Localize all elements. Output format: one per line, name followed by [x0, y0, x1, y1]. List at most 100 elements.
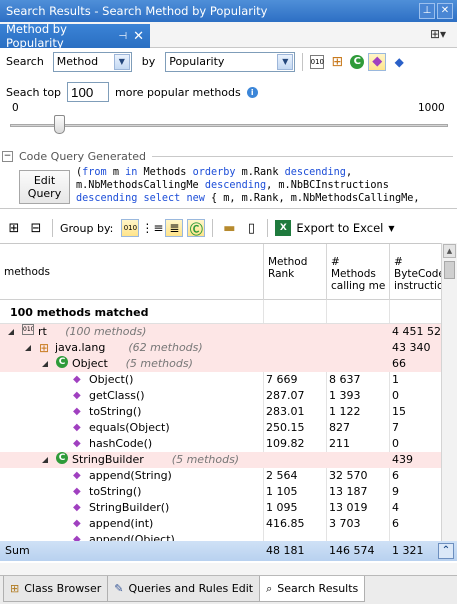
table-row[interactable]: ◆ append(int) 416.85 3 703 6 [0, 516, 441, 532]
table-row[interactable]: ◆ Object() 7 669 8 637 1 [0, 372, 441, 388]
table-row[interactable]: ◆ toString() 283.01 1 122 15 [0, 404, 441, 420]
search-criteria-select[interactable]: Popularity ▼ [165, 51, 296, 72]
table-row[interactable]: ◆ equals(Object) 250.15 827 7 [0, 420, 441, 436]
tab-queries-and-rules-edit[interactable]: ✎ Queries and Rules Edit [107, 576, 261, 602]
tab-search-results[interactable]: ⌕ Search Results [259, 576, 366, 602]
collapse-icon[interactable]: − [2, 150, 13, 162]
sum-instructions: 1 321 [392, 544, 424, 557]
row-name: rt [38, 325, 47, 338]
slider-thumb[interactable] [53, 115, 65, 134]
tab-method-by-popularity[interactable]: Method by Popularity ⊣ ✕ [0, 22, 150, 50]
search-kind-select[interactable]: Method ▼ [52, 51, 132, 72]
sum-row: Sum 48 181 146 574 1 321 ⌃ [0, 541, 457, 561]
row-instructions: 6 [392, 469, 399, 482]
row-count: (5 methods) [171, 453, 240, 466]
tree-group-row[interactable]: ◢ 010 rt (100 methods) 4 451 523 [0, 324, 441, 340]
method-icon: ◆ [73, 486, 81, 497]
row-callers: 827 [329, 421, 350, 434]
tree-group-row[interactable]: ◢ C StringBuilder (5 methods) 439 [0, 452, 441, 468]
info-icon[interactable]: i [246, 86, 258, 98]
header-divider [151, 155, 453, 157]
row-instructions: 6 [392, 517, 399, 530]
top-count-slider[interactable] [10, 124, 448, 127]
row-instructions: 7 [392, 421, 399, 434]
table-row[interactable]: ◆ append(Object) [0, 532, 441, 541]
results-grid: methods Method Rank # Methods calling me… [0, 243, 441, 541]
row-callers: 8 637 [329, 373, 361, 386]
row-instructions: 4 [392, 501, 399, 514]
column-header-methods-calling-me[interactable]: # Methods calling me [326, 244, 389, 300]
edit-query-button[interactable]: Edit Query [19, 170, 70, 204]
top-count-input[interactable] [67, 82, 110, 102]
export-label: Export to Excel [296, 221, 384, 235]
namespace-icon[interactable]: ⊞ [328, 53, 346, 71]
group-by-class-icon[interactable]: Ⓒ [187, 219, 206, 238]
column-header-bytecode-instructions[interactable]: # ByteCode instructions [389, 244, 441, 300]
collapse-up-icon[interactable]: ⌃ [438, 543, 454, 559]
close-icon[interactable]: ✕ [437, 3, 453, 19]
scroll-thumb[interactable] [444, 261, 455, 279]
method-icon: ◆ [73, 390, 81, 401]
tree-group-row[interactable]: ◢ ⊞ java.lang (62 methods) 43 340 [0, 340, 441, 356]
toolbar-separator [267, 219, 269, 237]
expand-all-icon[interactable]: ⊞ [5, 219, 23, 237]
method-icon[interactable]: ◆ [368, 52, 387, 71]
table-row[interactable]: ◆ hashCode() 109.82 211 0 [0, 436, 441, 452]
group-by-assembly-icon[interactable]: 010 [121, 219, 140, 237]
column-header-methods[interactable]: methods [0, 244, 263, 300]
row-callers [326, 356, 329, 372]
row-rank: 1 105 [266, 485, 298, 498]
search-kind-value: Method [56, 55, 99, 68]
collapse-all-icon[interactable]: ⊟ [27, 219, 45, 237]
pin-icon[interactable]: ⊥ [419, 3, 435, 19]
vertical-scrollbar[interactable]: ▲ [441, 243, 457, 541]
chevron-down-icon[interactable]: ▼ [113, 53, 130, 70]
row-instructions: 15 [392, 405, 406, 418]
group-by-list-icon[interactable]: ≣ [165, 219, 184, 237]
search-row: Search Method ▼ by Popularity ▼ 010 ⊞ C … [0, 48, 457, 75]
code-line: (from m in Methods orderby m.Rank descen… [76, 167, 353, 178]
tab-pin-icon[interactable]: ⊣ [118, 31, 127, 42]
column-header-method-rank[interactable]: Method Rank [263, 244, 326, 300]
assembly-icon[interactable]: 010 [310, 54, 325, 69]
tree-group-row[interactable]: ◢ C Object (5 methods) 66 [0, 356, 441, 372]
code-line: m.NbMethodsCallingMe descending, m.NbBCI… [76, 180, 389, 191]
row-count: (5 methods) [125, 357, 193, 370]
group-by-tree-icon[interactable]: ⋮≡ [141, 219, 163, 237]
toolbar-separator [52, 219, 53, 237]
chevron-down-icon[interactable]: ▼ [277, 53, 294, 70]
expander-icon[interactable]: ◢ [8, 324, 14, 340]
row-rank: 287.07 [266, 389, 305, 402]
table-row[interactable]: ◆ getClass() 287.07 1 393 0 [0, 388, 441, 404]
class-icon[interactable]: C [350, 54, 365, 69]
document-icon[interactable]: ▯ [242, 219, 260, 237]
code-query-text[interactable]: (from m in Methods orderby m.Rank descen… [76, 166, 454, 204]
window-title: Search Results - Search Method by Popula… [6, 4, 268, 18]
expander-icon[interactable]: ◢ [42, 356, 48, 372]
row-instructions: 1 [392, 373, 399, 386]
tab-label: Queries and Rules Edit [128, 582, 254, 595]
row-instructions: 43 340 [392, 341, 431, 354]
export-to-excel-button[interactable]: X Export to Excel ▼ [275, 220, 395, 236]
expander-icon[interactable]: ◢ [25, 340, 31, 356]
folder-icon[interactable]: ▬ [220, 219, 238, 237]
table-row[interactable]: ◆ append(String) 2 564 32 570 6 [0, 468, 441, 484]
tab-close-icon[interactable]: ✕ [133, 29, 144, 44]
window-title-bar: Search Results - Search Method by Popula… [0, 0, 457, 22]
search-top-row: Seach top more popular methods i [6, 82, 258, 102]
assembly-icon: 010 [22, 324, 34, 335]
by-label: by [141, 55, 156, 68]
tab-class-browser[interactable]: ⊞ Class Browser [3, 576, 109, 602]
top-label: Seach top [6, 85, 62, 99]
method-icon: ◆ [73, 470, 81, 481]
table-row[interactable]: ◆ StringBuilder() 1 095 13 019 4 [0, 500, 441, 516]
top-suffix: more popular methods [115, 85, 241, 99]
row-name: toString() [89, 405, 142, 418]
scroll-up-icon[interactable]: ▲ [443, 244, 456, 258]
expander-icon[interactable]: ◢ [42, 452, 48, 468]
field-icon[interactable]: ◆ [390, 53, 408, 71]
method-icon: ◆ [73, 534, 81, 541]
tab-menu-icon[interactable]: ⊞▾ [425, 27, 451, 43]
tab-label: Method by Popularity [6, 22, 67, 50]
table-row[interactable]: ◆ toString() 1 105 13 187 9 [0, 484, 441, 500]
